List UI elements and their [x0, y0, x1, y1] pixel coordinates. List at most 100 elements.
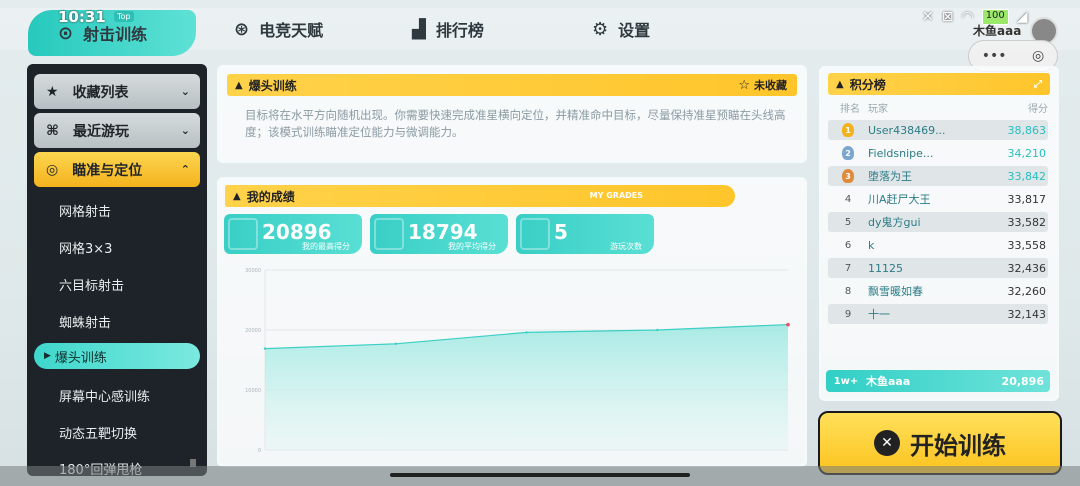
start-label: 开始训练: [910, 431, 1006, 460]
row-player: 飘雪暖如春: [868, 285, 923, 298]
leaderboard-row: 9 十一 32,143: [828, 304, 1048, 324]
stat-label: 我的最高得分: [302, 242, 350, 251]
wifi-icon: ◠: [961, 9, 974, 25]
card-decoration: [374, 218, 404, 250]
row-score: 33,842: [1007, 169, 1047, 183]
stat-card-plays: 5 游玩次数: [516, 214, 654, 254]
star-icon: ★: [46, 83, 59, 100]
my-score: 20,896: [1001, 374, 1044, 388]
sidebar-category-recent[interactable]: ⌘ 最近游玩 ⌄: [34, 113, 200, 148]
data-point: [394, 342, 397, 345]
podium-icon: ▲: [836, 78, 844, 90]
star-outline-icon: ☆: [738, 77, 750, 93]
leaderboard-title-bar: ▲ 积分榜 ⤢: [828, 73, 1050, 95]
row-rank: 5: [844, 216, 852, 228]
user-name: 木鱼aaa: [973, 24, 1022, 38]
row-rank: 4: [844, 193, 852, 205]
mode-description: 目标将在水平方向随机出现。你需要快速完成准星横向定位，并精准命中目标，尽量保持准…: [245, 108, 786, 139]
leaderboard-panel: ▲ 积分榜 ⤢: [819, 66, 1059, 401]
chevron-up-icon: ⌃: [180, 163, 190, 176]
data-point: [786, 322, 790, 327]
row-rank: 3: [828, 169, 868, 183]
medal-icon: 3: [842, 169, 854, 183]
category-label: 最近游玩: [73, 123, 129, 140]
row-rank: 1: [828, 123, 868, 137]
status-bar: 10:31 Top ✕ ⊠ ◠ 100 ◢: [0, 0, 1080, 26]
stat-label: 游玩次数: [610, 242, 642, 251]
category-label: 收藏列表: [72, 84, 129, 101]
chevron-down-icon: ⌄: [180, 124, 190, 137]
warning-icon: ▲: [233, 190, 241, 202]
row-score: 32,436: [1007, 261, 1047, 275]
stat-value: 5: [554, 220, 568, 244]
my-name: 木鱼aaa: [866, 375, 911, 388]
expand-icon[interactable]: ⤢: [1034, 79, 1042, 90]
chevron-down-icon: ⌄: [180, 85, 190, 98]
sidebar-category-favorites[interactable]: ★ 收藏列表 ⌄: [34, 74, 200, 109]
medal-icon: 2: [842, 146, 854, 160]
grades-tag: MY GRADES: [589, 191, 643, 200]
mode-info-panel: ▲ 爆头训练 ☆ 未收藏 目标将在水平方向随机出现。你需要快速完成准星横向定位，…: [217, 65, 807, 163]
crosshair-icon: ◎: [46, 161, 59, 178]
leaderboard-row: 5 dy鬼方gui 33,582: [828, 212, 1048, 232]
header-player: 玩家: [868, 104, 888, 115]
y-tick-label: 20000: [245, 328, 261, 334]
stat-card-average: 18794 我的平均得分: [370, 214, 508, 254]
row-score: 32,260: [1007, 284, 1047, 298]
stat-card-best: 20896 我的最高得分: [224, 214, 362, 254]
sidebar-item[interactable]: 网格3×3: [59, 238, 112, 257]
home-indicator[interactable]: [390, 473, 690, 477]
warning-icon: ▲: [235, 79, 243, 91]
leaderboard-title: 积分榜: [849, 77, 886, 92]
leaderboard-row: 1 User438469... 38,863: [828, 120, 1048, 140]
leaderboard-row: 2 Fieldsnipe... 34,210: [828, 143, 1048, 163]
more-icon[interactable]: •••: [982, 48, 1007, 64]
medal-icon: 1: [842, 123, 854, 137]
sidebar-item[interactable]: 六目标射击: [59, 275, 124, 294]
row-player: 十一: [868, 308, 890, 321]
sidebar-item[interactable]: 屏幕中心感训练: [59, 386, 150, 405]
row-player: k: [868, 238, 875, 252]
sidebar-item[interactable]: 网格射击: [59, 201, 111, 220]
leaderboard-row: 6 k 33,558: [828, 235, 1048, 255]
grades-title: 我的成绩: [246, 189, 295, 204]
leaderboard-row: 3 堕落为王 33,842: [828, 166, 1048, 186]
play-icon: ▶: [44, 351, 51, 361]
row-rank: 7: [844, 262, 852, 274]
app-screen: ⊙ 射击训练 ⊛ 电竞天赋 ▟ 排行榜 ⚙ 设置 10:31 Top ✕ ⊠ ◠…: [0, 0, 1080, 486]
sidebar-item-active[interactable]: ▶ 爆头训练: [34, 343, 200, 369]
y-tick-label: 10000: [245, 388, 261, 394]
mute-icon: ✕: [922, 9, 934, 25]
row-score: 33,817: [1007, 192, 1047, 206]
my-rank: 1w+: [833, 375, 859, 387]
data-point: [656, 328, 659, 332]
sidebar-item[interactable]: 蜘蛛射击: [59, 312, 111, 331]
y-tick-label: 0: [258, 448, 261, 454]
row-rank: 2: [828, 146, 868, 160]
my-rank-row: 1w+ 木鱼aaa 20,896: [826, 370, 1050, 392]
row-rank: 8: [844, 285, 852, 297]
row-rank: 9: [844, 308, 852, 320]
sidebar-item-label: 爆头训练: [54, 350, 107, 366]
score-chart: 30000 20000 10000 0: [245, 268, 790, 454]
mode-title-bar: ▲ 爆头训练 ☆ 未收藏: [227, 74, 797, 96]
logo-icon: ✕: [874, 430, 900, 456]
data-point: [263, 347, 267, 350]
top-badge: Top: [114, 11, 134, 22]
data-point: [525, 331, 528, 334]
row-score: 32,143: [1007, 307, 1047, 321]
sidebar-category-aim[interactable]: ◎ 瞄准与定位 ⌃: [34, 152, 200, 187]
clock: 10:31: [58, 8, 106, 26]
sidebar-item[interactable]: 动态五靶切换: [59, 423, 137, 442]
row-player: 堕落为王: [868, 170, 912, 183]
row-score: 34,210: [1007, 146, 1047, 160]
row-player: dy鬼方gui: [868, 216, 921, 229]
card-decoration: [520, 218, 550, 250]
close-icon[interactable]: ◎: [1032, 48, 1044, 64]
category-label: 瞄准与定位: [72, 162, 143, 179]
row-player: 11125: [868, 261, 903, 275]
mode-title: 爆头训练: [248, 78, 297, 93]
row-rank: 6: [844, 239, 852, 251]
row-score: 33,582: [1007, 215, 1047, 229]
favorite-button[interactable]: ☆ 未收藏: [738, 77, 787, 93]
